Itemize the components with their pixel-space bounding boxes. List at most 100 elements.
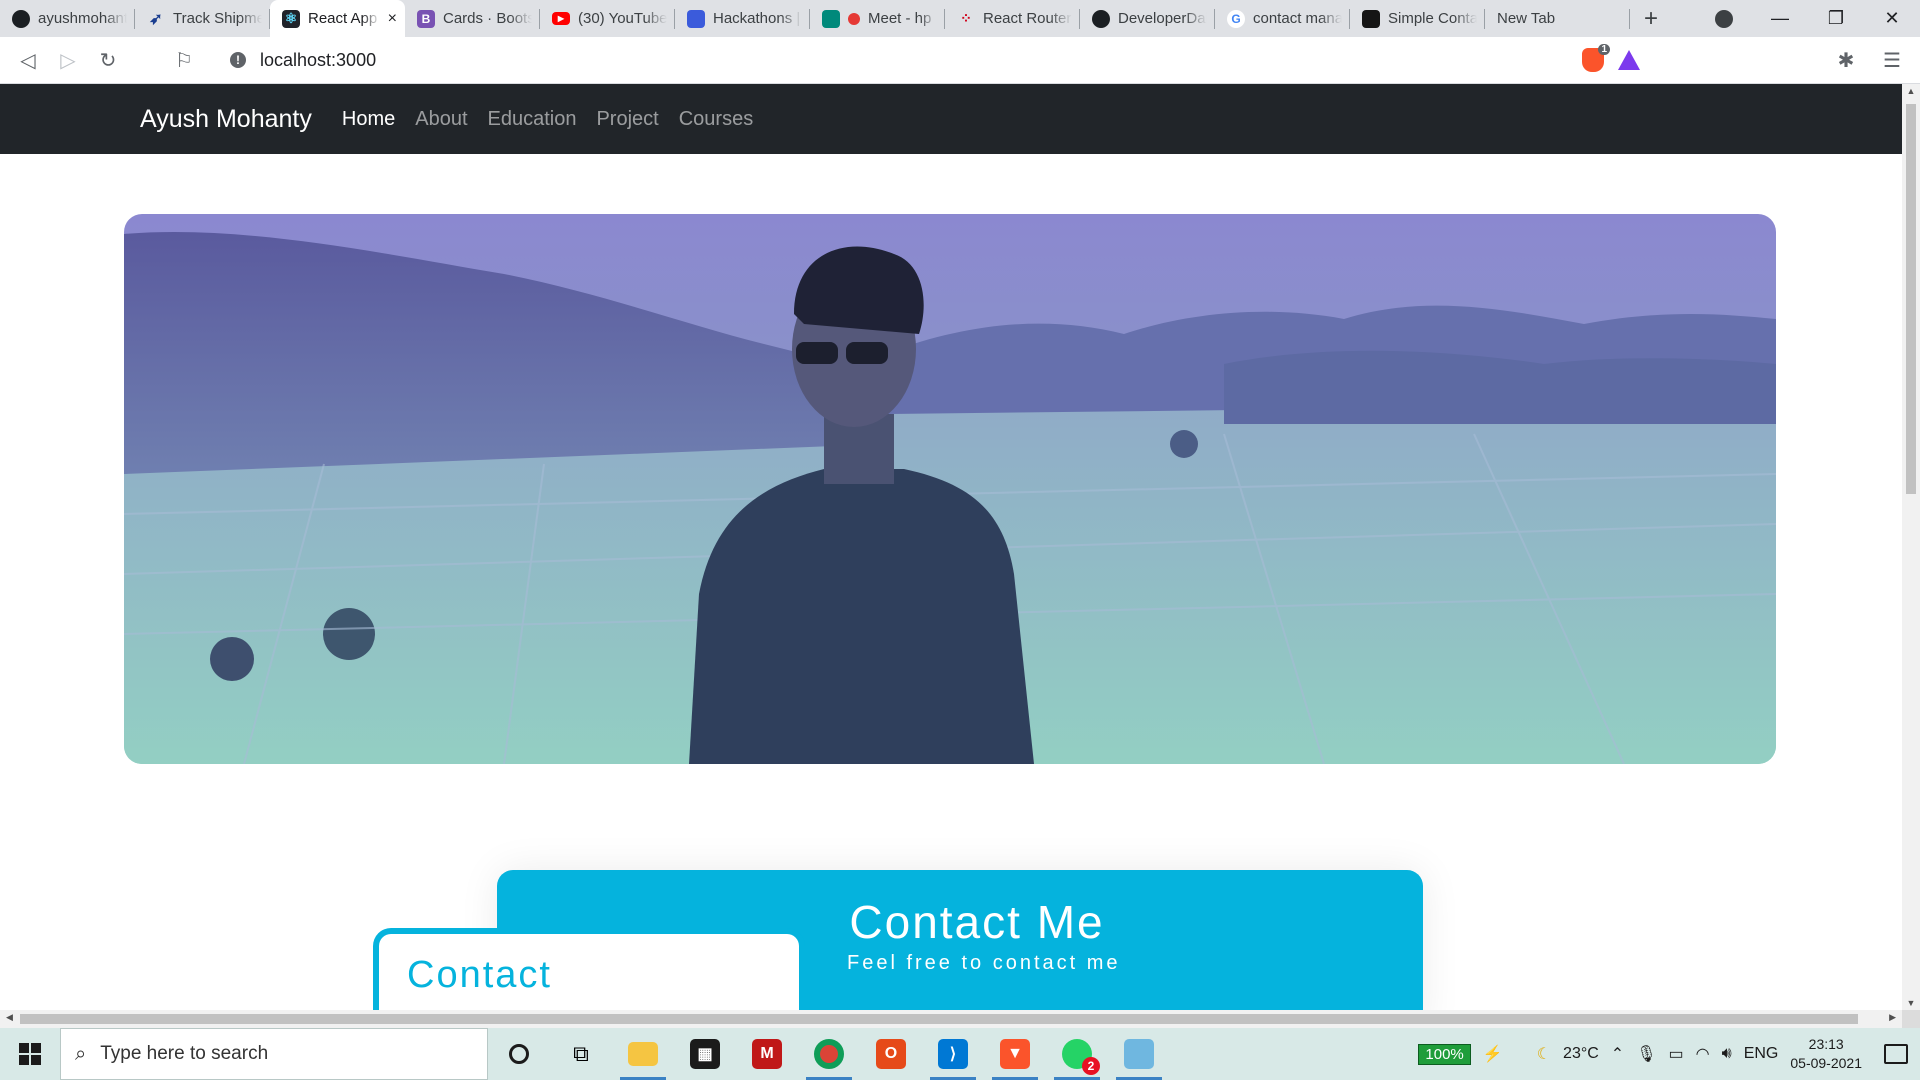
tab-meet[interactable]: Meet - hp <box>810 0 945 37</box>
task-view-button[interactable]: ⧉ <box>550 1028 612 1080</box>
battery-icon[interactable]: ▭ <box>1669 1044 1684 1064</box>
cortana-icon <box>509 1044 529 1064</box>
start-button[interactable] <box>0 1028 60 1080</box>
tab-simple-contact[interactable]: Simple Contact <box>1350 0 1485 37</box>
back-button[interactable]: ◁ <box>8 42 48 78</box>
tab-title: Simple Contact <box>1388 10 1477 27</box>
address-bar[interactable]: ! localhost:3000 <box>218 42 1568 78</box>
tab-title: Cards · Bootstrap <box>443 10 532 27</box>
whatsapp-icon: 2 <box>1062 1039 1100 1075</box>
scrollbar-corner <box>1902 1010 1920 1028</box>
contact-form-heading: Contact <box>407 954 552 996</box>
tab-title: Hackathons | <box>713 10 801 27</box>
tab-youtube[interactable]: ▶ (30) YouTube <box>540 0 675 37</box>
windows-taskbar: ⌕ Type here to search ⧉ ▦ M O ⟩ ▼ 2 100%… <box>0 1028 1920 1080</box>
tab-github-ayushmohanty[interactable]: ayushmohanty <box>0 0 135 37</box>
nav-link-education[interactable]: Education <box>488 108 577 131</box>
taskbar-search-box[interactable]: ⌕ Type here to search <box>60 1028 488 1080</box>
google-icon: G <box>1227 9 1245 28</box>
language-indicator[interactable]: ENG <box>1744 1045 1779 1063</box>
office-icon: O <box>876 1039 906 1069</box>
taskbar-notepad[interactable] <box>1108 1028 1170 1080</box>
tab-react-router[interactable]: ⁘ React Router <box>945 0 1080 37</box>
nav-link-courses[interactable]: Courses <box>679 108 753 131</box>
hero-banner-image <box>124 214 1776 764</box>
clock-date: 05-09-2021 <box>1790 1055 1862 1071</box>
taskbar-brave[interactable]: ▼ <box>984 1028 1046 1080</box>
speaker-icon[interactable]: 🔊︎ <box>1722 1045 1732 1063</box>
temperature[interactable]: 23°C <box>1563 1045 1599 1063</box>
tab-new-tab[interactable]: New Tab <box>1485 0 1630 37</box>
store-icon: ▦ <box>690 1039 720 1069</box>
navbar-brand[interactable]: Ayush Mohanty <box>140 105 312 134</box>
vertical-scroll-thumb[interactable] <box>1906 104 1916 494</box>
notification-count-badge: 2 <box>1082 1057 1100 1075</box>
show-hidden-icons-icon[interactable]: ⌃ <box>1611 1044 1624 1064</box>
new-tab-button[interactable]: + <box>1630 0 1672 37</box>
nav-link-home[interactable]: Home <box>342 108 395 131</box>
scroll-down-arrow-icon[interactable]: ▼ <box>1902 998 1920 1008</box>
horizontal-scrollbar[interactable]: ◀ ▶ <box>0 1010 1902 1028</box>
search-icon: ⌕ <box>75 1042 87 1065</box>
forward-button[interactable]: ▷ <box>48 42 88 78</box>
reload-button[interactable]: ↻ <box>88 42 128 78</box>
bookmark-icon[interactable]: ⚐ <box>164 42 204 78</box>
shields-count-badge: 1 <box>1598 44 1610 55</box>
tab-search-button[interactable] <box>1696 7 1752 30</box>
power-plug-icon: ⚡ <box>1482 1046 1503 1063</box>
taskbar-chrome[interactable] <box>798 1028 860 1080</box>
battery-level[interactable]: 100% <box>1418 1043 1471 1065</box>
meet-icon <box>822 9 840 28</box>
vertical-scrollbar[interactable]: ▲ ▼ <box>1902 84 1920 1010</box>
chevron-down-icon <box>1715 10 1733 28</box>
menu-icon[interactable]: ☰ <box>1872 42 1912 78</box>
devpost-icon <box>687 9 705 28</box>
tab-hackathons[interactable]: Hackathons | <box>675 0 810 37</box>
microphone-icon[interactable]: 🎙︎ <box>1636 1044 1656 1064</box>
notepad-icon <box>1124 1039 1154 1069</box>
minimize-button[interactable]: — <box>1752 8 1808 29</box>
browser-tab-bar: ayushmohanty ➶ Track Shipment ⚛ React Ap… <box>0 0 1920 37</box>
taskbar-vscode[interactable]: ⟩ <box>922 1028 984 1080</box>
wifi-icon[interactable]: ◠ <box>1696 1044 1710 1064</box>
clock-time: 23:13 <box>1808 1036 1844 1052</box>
tab-title: (30) YouTube <box>578 10 667 27</box>
scroll-left-arrow-icon[interactable]: ◀ <box>6 1012 13 1023</box>
extensions-icon[interactable]: ✱ <box>1826 42 1866 78</box>
action-center-icon[interactable] <box>1884 1044 1908 1064</box>
scroll-up-arrow-icon[interactable]: ▲ <box>1902 86 1920 96</box>
taskbar-whatsapp[interactable]: 2 <box>1046 1028 1108 1080</box>
scroll-right-arrow-icon[interactable]: ▶ <box>1889 1012 1896 1023</box>
close-tab-icon[interactable]: × <box>388 10 397 28</box>
brave-rewards-icon[interactable] <box>1618 50 1640 70</box>
taskbar-mcafee[interactable]: M <box>736 1028 798 1080</box>
site-info-icon[interactable]: ! <box>230 52 246 68</box>
youtube-icon: ▶ <box>552 12 570 25</box>
tab-contact-manager[interactable]: G contact manager <box>1215 0 1350 37</box>
page-viewport: Ayush Mohanty Home About Education Proje… <box>0 84 1902 1010</box>
tab-title: Meet - hp <box>868 10 932 27</box>
codesandbox-icon <box>1362 9 1380 28</box>
brave-shields-icon[interactable]: 1 <box>1582 44 1610 72</box>
system-clock[interactable]: 23:13 05-09-2021 <box>1790 1035 1862 1073</box>
task-view-icon: ⧉ <box>573 1041 589 1066</box>
taskbar-office[interactable]: O <box>860 1028 922 1080</box>
vscode-icon: ⟩ <box>938 1039 968 1069</box>
tab-cards-bootstrap[interactable]: B Cards · Bootstrap <box>405 0 540 37</box>
restore-button[interactable]: ❐ <box>1808 8 1864 29</box>
horizontal-scroll-thumb[interactable] <box>20 1014 1858 1024</box>
cortana-button[interactable] <box>488 1028 550 1080</box>
mcafee-shield-icon: M <box>752 1039 782 1069</box>
moon-weather-icon[interactable]: ☾ <box>1537 1044 1551 1064</box>
windows-logo-icon <box>19 1043 29 1053</box>
tab-developerdairy[interactable]: DeveloperDairy <box>1080 0 1215 37</box>
react-router-icon: ⁘ <box>960 10 972 26</box>
nav-link-about[interactable]: About <box>415 108 467 131</box>
taskbar-file-explorer[interactable] <box>612 1028 674 1080</box>
taskbar-store[interactable]: ▦ <box>674 1028 736 1080</box>
tab-react-app[interactable]: ⚛ React App × <box>270 0 405 37</box>
browser-toolbar: ◁ ▷ ↻ ⚐ ! localhost:3000 1 ✱ ☰ <box>0 37 1920 84</box>
tab-track-shipment[interactable]: ➶ Track Shipment <box>135 0 270 37</box>
nav-link-project[interactable]: Project <box>596 108 658 131</box>
close-window-button[interactable]: ✕ <box>1864 8 1920 29</box>
